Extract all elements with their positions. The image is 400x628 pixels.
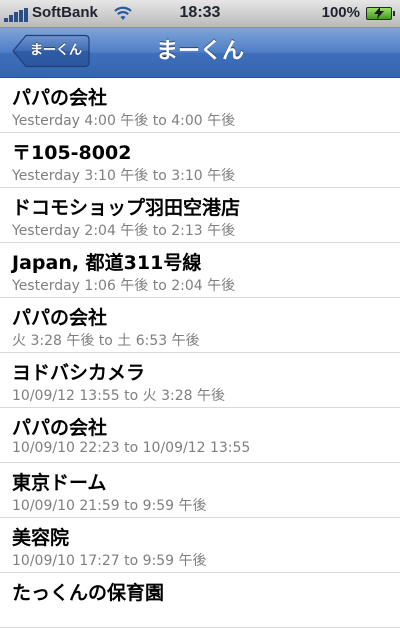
list-item-title: パパの会社 [12,87,108,109]
list-item-title: パパの会社 [12,307,108,329]
list-item-subtitle: Yesterday 2:04 午後 to 2:13 午後 [12,223,236,239]
list-item-title: パパの会社 [12,417,108,439]
back-button-label: まーくん [29,43,82,58]
battery-percentage: 100% [321,4,360,21]
list-item[interactable]: 東京ドーム 10/09/10 21:59 to 9:59 午後 [0,463,400,518]
list-item-title: 美容院 [12,527,70,549]
status-bar: SoftBank 18:33 100% [0,0,400,28]
list-item[interactable]: パパの会社 火 3:28 午後 to 土 6:53 午後 [0,298,400,353]
list-item[interactable]: たっくんの保育園 [0,573,400,628]
list-item[interactable]: 〒105-8002 Yesterday 3:10 午後 to 3:10 午後 [0,133,400,188]
battery-charging-icon [366,7,395,20]
list-item-subtitle: Yesterday 4:00 午後 to 4:00 午後 [12,113,236,129]
navigation-bar: まーくん まーくん [0,28,400,78]
list-item-subtitle: 10/09/10 22:23 to 10/09/12 13:55 [12,440,251,456]
list-item-title: 東京ドーム [12,472,107,494]
list-item-subtitle: 火 3:28 午後 to 土 6:53 午後 [12,333,200,349]
list-item-subtitle: 10/09/10 17:27 to 9:59 午後 [12,553,207,569]
list-item-subtitle: Yesterday 3:10 午後 to 3:10 午後 [12,168,236,184]
list-item-title: 〒105-8002 [12,142,132,164]
back-button[interactable]: まーくん [12,34,90,68]
list-item-title: たっくんの保育園 [12,582,165,604]
location-list: パパの会社 Yesterday 4:00 午後 to 4:00 午後 〒105-… [0,78,400,628]
list-item[interactable]: ヨドバシカメラ 10/09/12 13:55 to 火 3:28 午後 [0,353,400,408]
list-item-subtitle: Yesterday 1:06 午後 to 2:04 午後 [12,278,236,294]
list-item[interactable]: パパの会社 10/09/10 22:23 to 10/09/12 13:55 [0,408,400,463]
list-item-title: ドコモショップ羽田空港店 [12,197,241,219]
list-item-subtitle: 10/09/10 21:59 to 9:59 午後 [12,498,207,514]
list-item[interactable]: パパの会社 Yesterday 4:00 午後 to 4:00 午後 [0,78,400,133]
list-item-title: Japan, 都道311号線 [12,252,202,274]
list-item[interactable]: 美容院 10/09/10 17:27 to 9:59 午後 [0,518,400,573]
list-item[interactable]: ドコモショップ羽田空港店 Yesterday 2:04 午後 to 2:13 午… [0,188,400,243]
page-title: まーくん [155,39,244,64]
list-item-subtitle: 10/09/12 13:55 to 火 3:28 午後 [12,388,225,404]
list-item-title: ヨドバシカメラ [12,362,146,384]
list-item[interactable]: Japan, 都道311号線 Yesterday 1:06 午後 to 2:04… [0,243,400,298]
